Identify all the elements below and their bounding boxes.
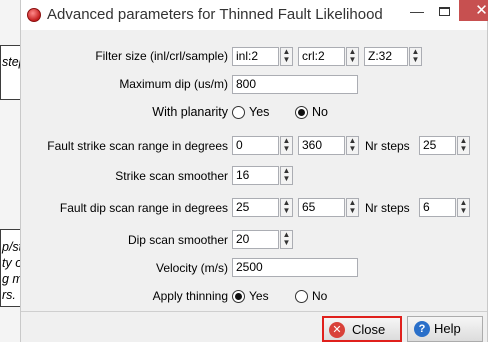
dip-max-spinner[interactable]: ▲ ▼: [346, 198, 359, 217]
thinning-yes-label[interactable]: Yes: [249, 289, 269, 303]
strike-min-input[interactable]: 0: [232, 136, 279, 155]
advanced-parameters-dialog: Advanced parameters for Thinned Fault Li…: [20, 0, 488, 342]
filter-inl-spinner[interactable]: ▲ ▼: [280, 47, 293, 66]
thinning-no-label[interactable]: No: [312, 289, 327, 303]
filter-crl-spinner[interactable]: ▲ ▼: [346, 47, 359, 66]
button-separator: [21, 311, 487, 312]
strike-smoother-spinner[interactable]: ▲ ▼: [280, 166, 293, 185]
help-icon: ?: [414, 321, 430, 337]
close-circle-icon: ✕: [329, 322, 345, 338]
spin-down-icon: ▼: [348, 55, 357, 64]
spin-down-icon: ▼: [411, 55, 420, 64]
spin-down-icon: ▼: [282, 206, 291, 215]
dip-range-label: Fault dip scan range in degrees: [59, 201, 228, 215]
dip-smoother-label: Dip scan smoother: [127, 233, 228, 247]
spin-down-icon: ▼: [282, 174, 291, 183]
strike-smoother-input[interactable]: 16: [232, 166, 279, 185]
dip-steps-input[interactable]: 6: [419, 198, 456, 217]
filter-size-label: Filter size (inl/crl/sample): [95, 49, 228, 63]
dialog-content: Filter size (inl/crl/sample) inl:2 ▲ ▼ cr…: [21, 30, 487, 342]
spin-down-icon: ▼: [459, 144, 468, 153]
planarity-label: With planarity: [152, 105, 228, 119]
maximize-icon: [438, 7, 450, 16]
spin-down-icon: ▼: [459, 206, 468, 215]
thinning-no-radio[interactable]: [295, 290, 308, 303]
maximize-button[interactable]: [431, 0, 457, 22]
dip-min-input[interactable]: 25: [232, 198, 279, 217]
help-button[interactable]: ? Help: [407, 316, 483, 342]
spin-down-icon: ▼: [282, 144, 291, 153]
filter-z-spinner[interactable]: ▲ ▼: [409, 47, 422, 66]
dip-max-input[interactable]: 65: [298, 198, 345, 217]
dip-smoother-input[interactable]: 20: [232, 230, 279, 249]
strike-range-label: Fault strike scan range in degrees: [47, 139, 228, 153]
thinning-yes-radio[interactable]: [232, 290, 245, 303]
spin-down-icon: ▼: [282, 55, 291, 64]
velocity-input[interactable]: 2500: [232, 258, 358, 277]
filter-z-input[interactable]: Z:32: [364, 47, 408, 66]
planarity-yes-label[interactable]: Yes: [249, 105, 269, 119]
max-dip-input[interactable]: 800: [232, 75, 358, 94]
velocity-label: Velocity (m/s): [155, 261, 228, 275]
close-icon: ✕: [475, 2, 488, 19]
strike-max-spinner[interactable]: ▲ ▼: [346, 136, 359, 155]
strike-steps-label: Nr steps: [365, 139, 410, 153]
dip-steps-spinner[interactable]: ▲ ▼: [457, 198, 470, 217]
spin-down-icon: ▼: [348, 206, 357, 215]
max-dip-label: Maximum dip (us/m): [119, 77, 228, 91]
strike-steps-input[interactable]: 25: [419, 136, 456, 155]
app-icon: [27, 8, 41, 22]
close-button[interactable]: ✕ Close: [322, 316, 402, 342]
help-button-label: Help: [434, 321, 461, 336]
filter-crl-input[interactable]: crl:2: [298, 47, 345, 66]
spin-down-icon: ▼: [282, 238, 291, 247]
filter-inl-input[interactable]: inl:2: [232, 47, 279, 66]
dip-smoother-spinner[interactable]: ▲ ▼: [280, 230, 293, 249]
minimize-icon: —: [410, 3, 424, 19]
close-button-label: Close: [352, 322, 386, 337]
minimize-button[interactable]: —: [405, 0, 429, 22]
planarity-yes-radio[interactable]: [232, 106, 245, 119]
window-close-button[interactable]: ✕: [459, 0, 488, 21]
dip-steps-label: Nr steps: [365, 201, 410, 215]
strike-max-input[interactable]: 360: [298, 136, 345, 155]
strike-steps-spinner[interactable]: ▲ ▼: [457, 136, 470, 155]
title-bar[interactable]: Advanced parameters for Thinned Fault Li…: [21, 0, 488, 30]
dip-min-spinner[interactable]: ▲ ▼: [280, 198, 293, 217]
spin-down-icon: ▼: [348, 144, 357, 153]
strike-min-spinner[interactable]: ▲ ▼: [280, 136, 293, 155]
strike-smoother-label: Strike scan smoother: [115, 169, 228, 183]
thinning-label: Apply thinning: [152, 289, 228, 303]
planarity-no-label[interactable]: No: [312, 105, 328, 119]
planarity-no-radio[interactable]: [295, 106, 308, 119]
window-title: Advanced parameters for Thinned Fault Li…: [47, 6, 383, 23]
